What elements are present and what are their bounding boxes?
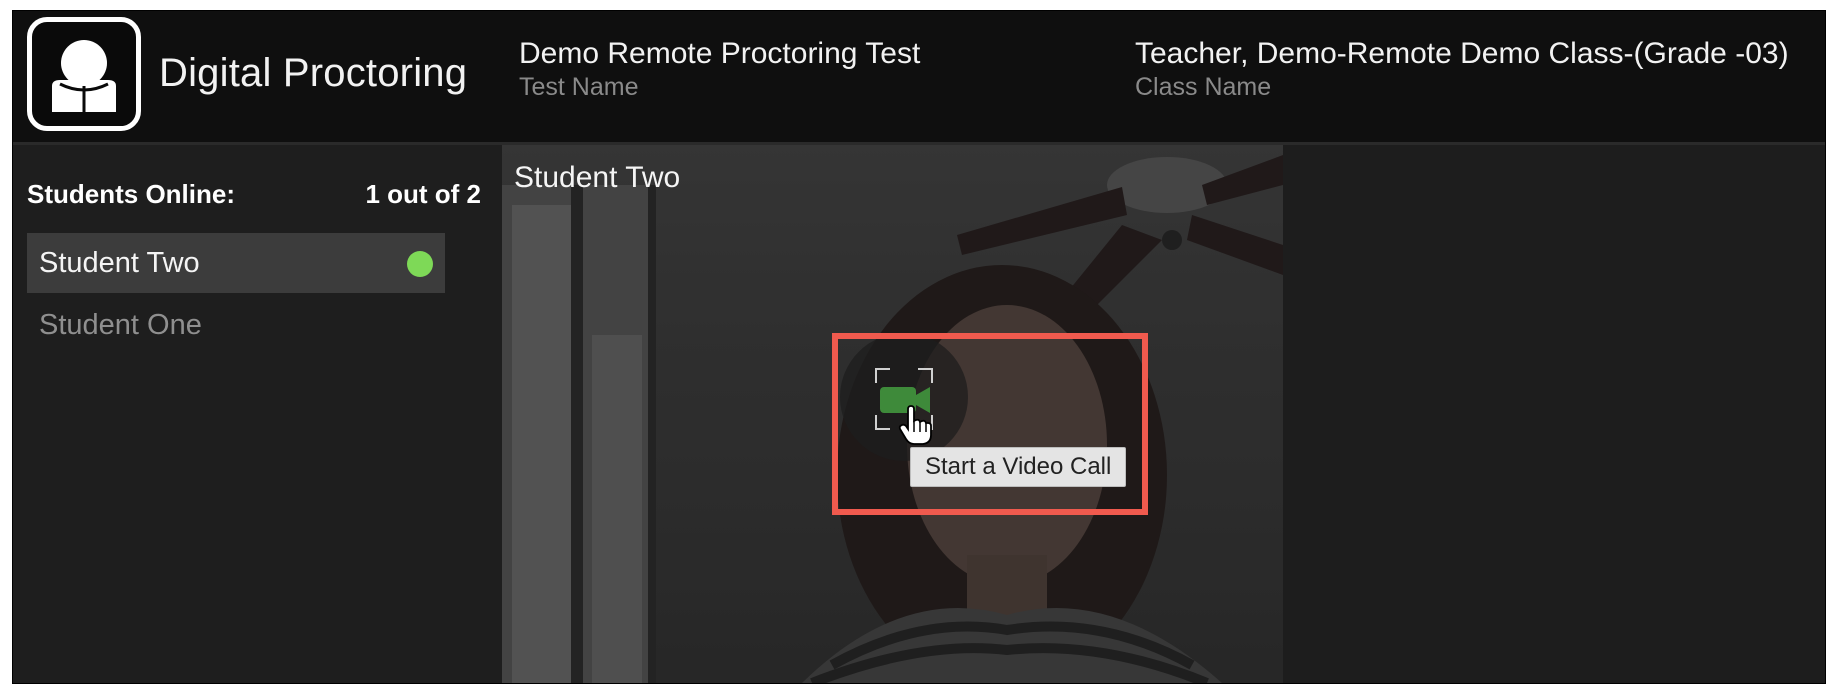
proctor-logo-icon — [52, 40, 116, 112]
student-list-item-student-one[interactable]: Student One — [27, 295, 445, 355]
student-list-item-student-two[interactable]: Student Two — [27, 233, 445, 293]
test-info: Demo Remote Proctoring Test Test Name — [519, 37, 920, 102]
class-info: Teacher, Demo-Remote Demo Class-(Grade -… — [1135, 37, 1789, 102]
highlight-callout — [832, 333, 1148, 515]
app-title: Digital Proctoring — [159, 51, 468, 95]
proctoring-app: Digital Proctoring Demo Remote Proctorin… — [12, 10, 1826, 684]
online-status-icon — [407, 251, 433, 277]
class-name-value: Teacher, Demo-Remote Demo Class-(Grade -… — [1135, 37, 1789, 70]
top-header: Digital Proctoring Demo Remote Proctorin… — [13, 11, 1825, 145]
test-name-label: Test Name — [519, 73, 639, 101]
students-online-label: Students Online: — [27, 179, 235, 209]
student-name: Student One — [39, 309, 202, 341]
students-sidebar: Students Online: 1 out of 2 Student Two … — [13, 145, 502, 683]
test-name-value: Demo Remote Proctoring Test — [519, 37, 921, 70]
class-name-label: Class Name — [1135, 73, 1272, 101]
students-online-header: Students Online: 1 out of 2 — [27, 179, 481, 210]
empty-video-slot — [1283, 145, 1825, 683]
students-online-count: 1 out of 2 — [365, 179, 481, 209]
video-student-name: Student Two — [514, 161, 681, 194]
student-name: Student Two — [39, 247, 200, 279]
student-video-feed: Student Two Start a Video Call — [502, 145, 1283, 683]
app-logo — [27, 17, 141, 131]
